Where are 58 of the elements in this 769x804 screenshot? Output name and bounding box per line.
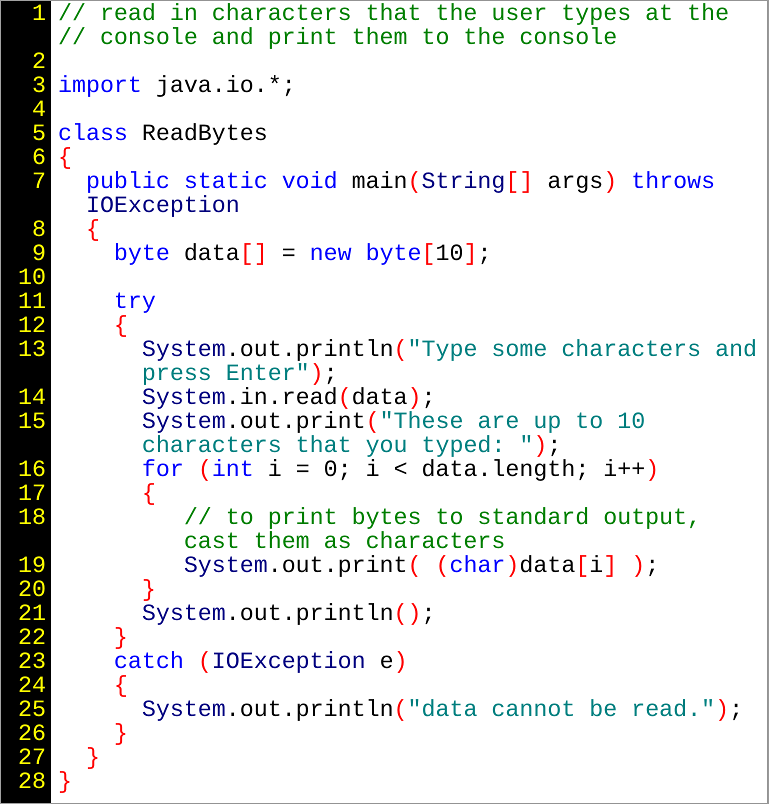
code-line: { <box>86 217 100 243</box>
line-number: 5 <box>32 121 46 147</box>
line-number: 26 <box>18 721 46 747</box>
line-number: 23 <box>18 649 46 675</box>
code-line: System.out.print( (char)data[i] ); <box>184 553 660 579</box>
line-number: 15 <box>18 409 46 435</box>
line-number: 27 <box>18 745 46 771</box>
code-line: System.out.print("These are up to 10 <box>142 409 646 435</box>
code-line: catch (IOException e) <box>114 649 408 675</box>
line-number: 1 <box>32 1 46 27</box>
line-number: 20 <box>18 577 46 603</box>
line-number: 21 <box>18 601 46 627</box>
code-line: class ReadBytes <box>58 121 268 147</box>
line-number: 3 <box>32 73 46 99</box>
code-line: } <box>114 721 128 747</box>
line-number: 28 <box>18 769 46 795</box>
code-line: System.out.println("Type some characters and <box>142 337 758 363</box>
code-line: } <box>142 577 156 603</box>
code-line: System.out.println("data cannot be read."); <box>142 697 744 723</box>
code-line: public static void main(String[] args) throws <box>86 169 716 195</box>
code-line: for (int i = 0; i < data.length; i++) <box>142 457 660 483</box>
line-number: 16 <box>18 457 46 483</box>
code-line: System.out.println(); <box>142 601 436 627</box>
line-number: 9 <box>32 241 46 267</box>
line-number: 12 <box>18 313 46 339</box>
line-number: 19 <box>18 553 46 579</box>
line-number: 7 <box>32 169 46 195</box>
code-line: byte data[] = new byte[10]; <box>114 241 492 267</box>
code-line: IOException <box>86 193 240 219</box>
code-line: } <box>114 625 128 651</box>
code-line: cast them as characters <box>184 529 506 555</box>
code-line: { <box>142 481 156 507</box>
line-number: 24 <box>18 673 46 699</box>
line-number: 10 <box>18 265 46 291</box>
code-line: // console and print them to the console <box>58 25 618 51</box>
code-line: // to print bytes to standard output, <box>184 505 702 531</box>
code-line: } <box>86 745 100 771</box>
code-line: System.in.read(data); <box>142 385 436 411</box>
line-number: 18 <box>18 505 46 531</box>
line-number: 17 <box>18 481 46 507</box>
line-number: 11 <box>18 289 46 315</box>
code-line: characters that you typed: "); <box>142 433 562 459</box>
line-number: 25 <box>18 697 46 723</box>
code-line: { <box>114 673 128 699</box>
code-line: { <box>114 313 128 339</box>
line-number: 8 <box>32 217 46 243</box>
line-number: 22 <box>18 625 46 651</box>
code-line: // read in characters that the user types at the <box>58 1 730 27</box>
line-number: 13 <box>18 337 46 363</box>
code-line: import java.io.*; <box>58 73 296 99</box>
code-line: press Enter"); <box>142 361 338 387</box>
line-number: 4 <box>32 97 46 123</box>
code-line: } <box>58 769 72 795</box>
line-number: 6 <box>32 145 46 171</box>
code-line: try <box>114 289 156 315</box>
line-number: 14 <box>18 385 46 411</box>
line-number: 2 <box>32 49 46 75</box>
code-line: { <box>58 145 72 171</box>
